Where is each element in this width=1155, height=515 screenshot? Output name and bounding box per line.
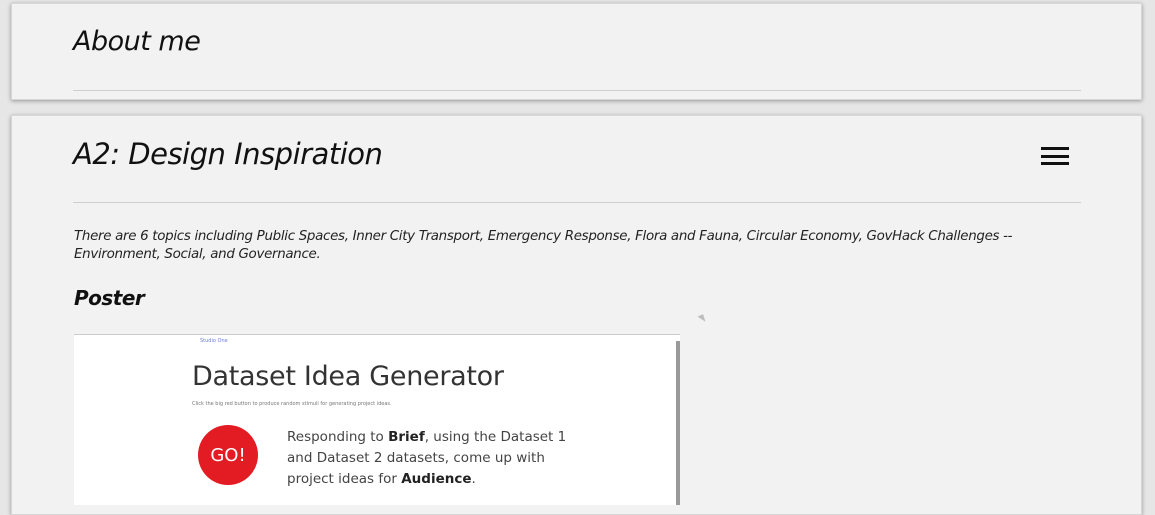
prompt-suffix: .	[471, 471, 476, 487]
go-button[interactable]: GO!	[198, 425, 258, 485]
menu-bar	[1041, 147, 1069, 150]
divider	[73, 202, 1081, 203]
divider	[73, 90, 1081, 91]
design-inspiration-title: A2: Design Inspiration	[73, 137, 383, 171]
audience-term: Audience	[401, 471, 472, 487]
poster-heading: Poster	[74, 286, 145, 310]
prompt-prefix: Responding to	[287, 429, 389, 445]
about-title: About me	[73, 26, 201, 57]
poster-image: Studio One Dataset Idea Generator Click …	[74, 334, 680, 505]
idea-prompt: Responding to Brief, using the Dataset 1…	[287, 427, 577, 490]
poster-title: Dataset Idea Generator	[192, 361, 504, 392]
studio-label: Studio One	[200, 338, 228, 344]
poster-subtitle: Click the big red button to produce rand…	[192, 401, 392, 407]
about-card: About me	[11, 3, 1142, 100]
design-inspiration-card: A2: Design Inspiration There are 6 topic…	[11, 115, 1142, 515]
menu-bar	[1041, 162, 1069, 165]
hamburger-menu-icon[interactable]	[1041, 145, 1069, 167]
menu-bar	[1041, 154, 1069, 158]
poster-scrollbar[interactable]	[676, 341, 680, 505]
topics-intro-text: There are 6 topics including Public Spac…	[74, 229, 1013, 262]
brief-term: Brief	[388, 429, 425, 445]
